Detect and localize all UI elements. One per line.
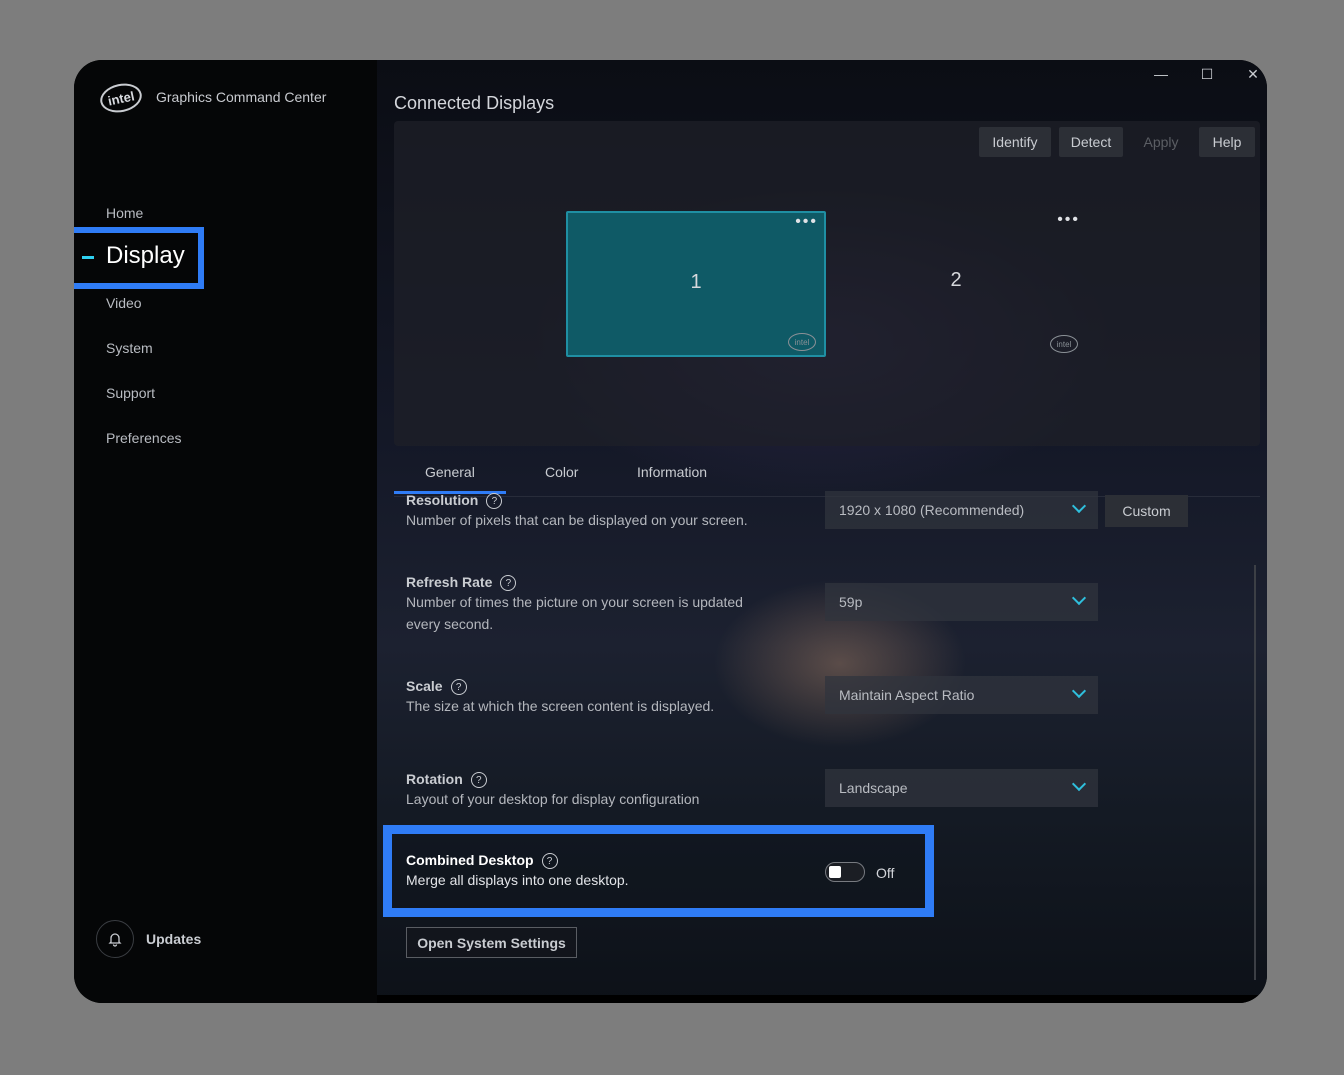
updates-button[interactable]: Updates [96, 920, 201, 958]
refresh-rate-dropdown[interactable]: 59p [825, 583, 1098, 621]
scale-label: Scale? [406, 678, 467, 696]
tab-general[interactable]: General [425, 464, 475, 480]
toggle-knob [829, 866, 841, 878]
rotation-desc: Layout of your desktop for display confi… [406, 791, 700, 807]
combined-desktop-label: Combined Desktop? [406, 852, 558, 870]
rotation-label-text: Rotation [406, 771, 463, 787]
sidebar-item-preferences[interactable]: Preferences [106, 430, 181, 446]
intel-logo-icon: intel [1050, 335, 1078, 353]
page-title: Connected Displays [394, 93, 555, 113]
rotation-label: Rotation? [406, 771, 487, 789]
refresh-rate-value: 59p [839, 594, 863, 610]
identify-button[interactable]: Identify [979, 127, 1051, 157]
active-indicator [82, 256, 94, 259]
help-button[interactable]: Help [1199, 127, 1255, 157]
open-system-settings-button[interactable]: Open System Settings [406, 927, 577, 958]
chevron-down-icon [1071, 590, 1087, 606]
sidebar-item-home[interactable]: Home [106, 205, 143, 221]
intel-logo-icon: intel [97, 79, 145, 117]
resolution-value: 1920 x 1080 (Recommended) [839, 502, 1025, 518]
scale-value: Maintain Aspect Ratio [839, 687, 975, 703]
rotation-dropdown[interactable]: Landscape [825, 769, 1098, 807]
resolution-desc: Number of pixels that can be displayed o… [406, 512, 748, 528]
monitor-number: 1 [690, 271, 702, 293]
detect-button[interactable]: Detect [1059, 127, 1123, 157]
refresh-rate-desc: Number of times the picture on your scre… [406, 594, 743, 632]
sidebar-item-system[interactable]: System [106, 340, 153, 356]
refresh-rate-label-text: Refresh Rate [406, 574, 493, 590]
sidebar: intel Graphics Command Center Home Displ… [74, 60, 377, 1003]
scrollbar[interactable] [1254, 565, 1256, 980]
intel-logo: intel [97, 79, 145, 117]
apply-button[interactable]: Apply [1130, 127, 1192, 157]
rotation-value: Landscape [839, 780, 908, 796]
monitor-number: 2 [950, 269, 962, 291]
help-icon[interactable]: ? [470, 772, 487, 789]
maximize-icon[interactable]: ☐ [1195, 66, 1219, 83]
monitor-1[interactable]: ••• 1 intel [566, 211, 826, 357]
intel-logo-icon: intel [788, 333, 816, 351]
scale-label-text: Scale [406, 678, 443, 694]
tab-information[interactable]: Information [637, 464, 707, 480]
updates-label: Updates [146, 931, 202, 947]
help-icon[interactable]: ? [500, 575, 517, 592]
bell-icon [96, 920, 134, 958]
combined-desktop-desc: Merge all displays into one desktop. [406, 872, 629, 888]
help-icon[interactable]: ? [450, 679, 467, 696]
chevron-down-icon [1071, 683, 1087, 699]
more-icon[interactable]: ••• [795, 213, 818, 231]
more-icon[interactable]: ••• [1057, 211, 1080, 229]
combined-desktop-toggle[interactable] [825, 862, 865, 882]
toggle-state-label: Off [876, 865, 895, 881]
sidebar-item-support[interactable]: Support [106, 385, 155, 401]
tab-color[interactable]: Color [545, 464, 578, 480]
chevron-down-icon [1071, 776, 1087, 792]
custom-resolution-button[interactable]: Custom [1105, 495, 1188, 527]
display-arrangement-panel: Identify Detect Apply Help ••• 1 intel •… [394, 121, 1260, 446]
monitor-2[interactable]: ••• 2 intel [826, 211, 1086, 357]
resolution-dropdown[interactable]: 1920 x 1080 (Recommended) [825, 491, 1098, 529]
scale-dropdown[interactable]: Maintain Aspect Ratio [825, 676, 1098, 714]
refresh-rate-label: Refresh Rate? [406, 574, 517, 592]
app-window: intel Graphics Command Center Home Displ… [74, 60, 1267, 1003]
minimize-icon[interactable]: — [1149, 66, 1173, 82]
combined-desktop-label-text: Combined Desktop [406, 852, 534, 868]
resolution-label: Resolution? [406, 492, 503, 510]
resolution-label-text: Resolution [406, 492, 479, 508]
help-icon[interactable]: ? [541, 853, 558, 870]
sidebar-item-video[interactable]: Video [106, 295, 142, 311]
scale-desc: The size at which the screen content is … [406, 698, 715, 714]
main-content: — ☐ ✕ Connected Displays Identify Detect… [377, 60, 1267, 1003]
sidebar-item-display[interactable]: Display [74, 227, 204, 289]
close-icon[interactable]: ✕ [1241, 66, 1265, 83]
chevron-down-icon [1071, 498, 1087, 514]
app-title: Graphics Command Center [156, 89, 327, 105]
help-icon[interactable]: ? [486, 493, 503, 510]
sidebar-item-label: Display [106, 242, 185, 269]
